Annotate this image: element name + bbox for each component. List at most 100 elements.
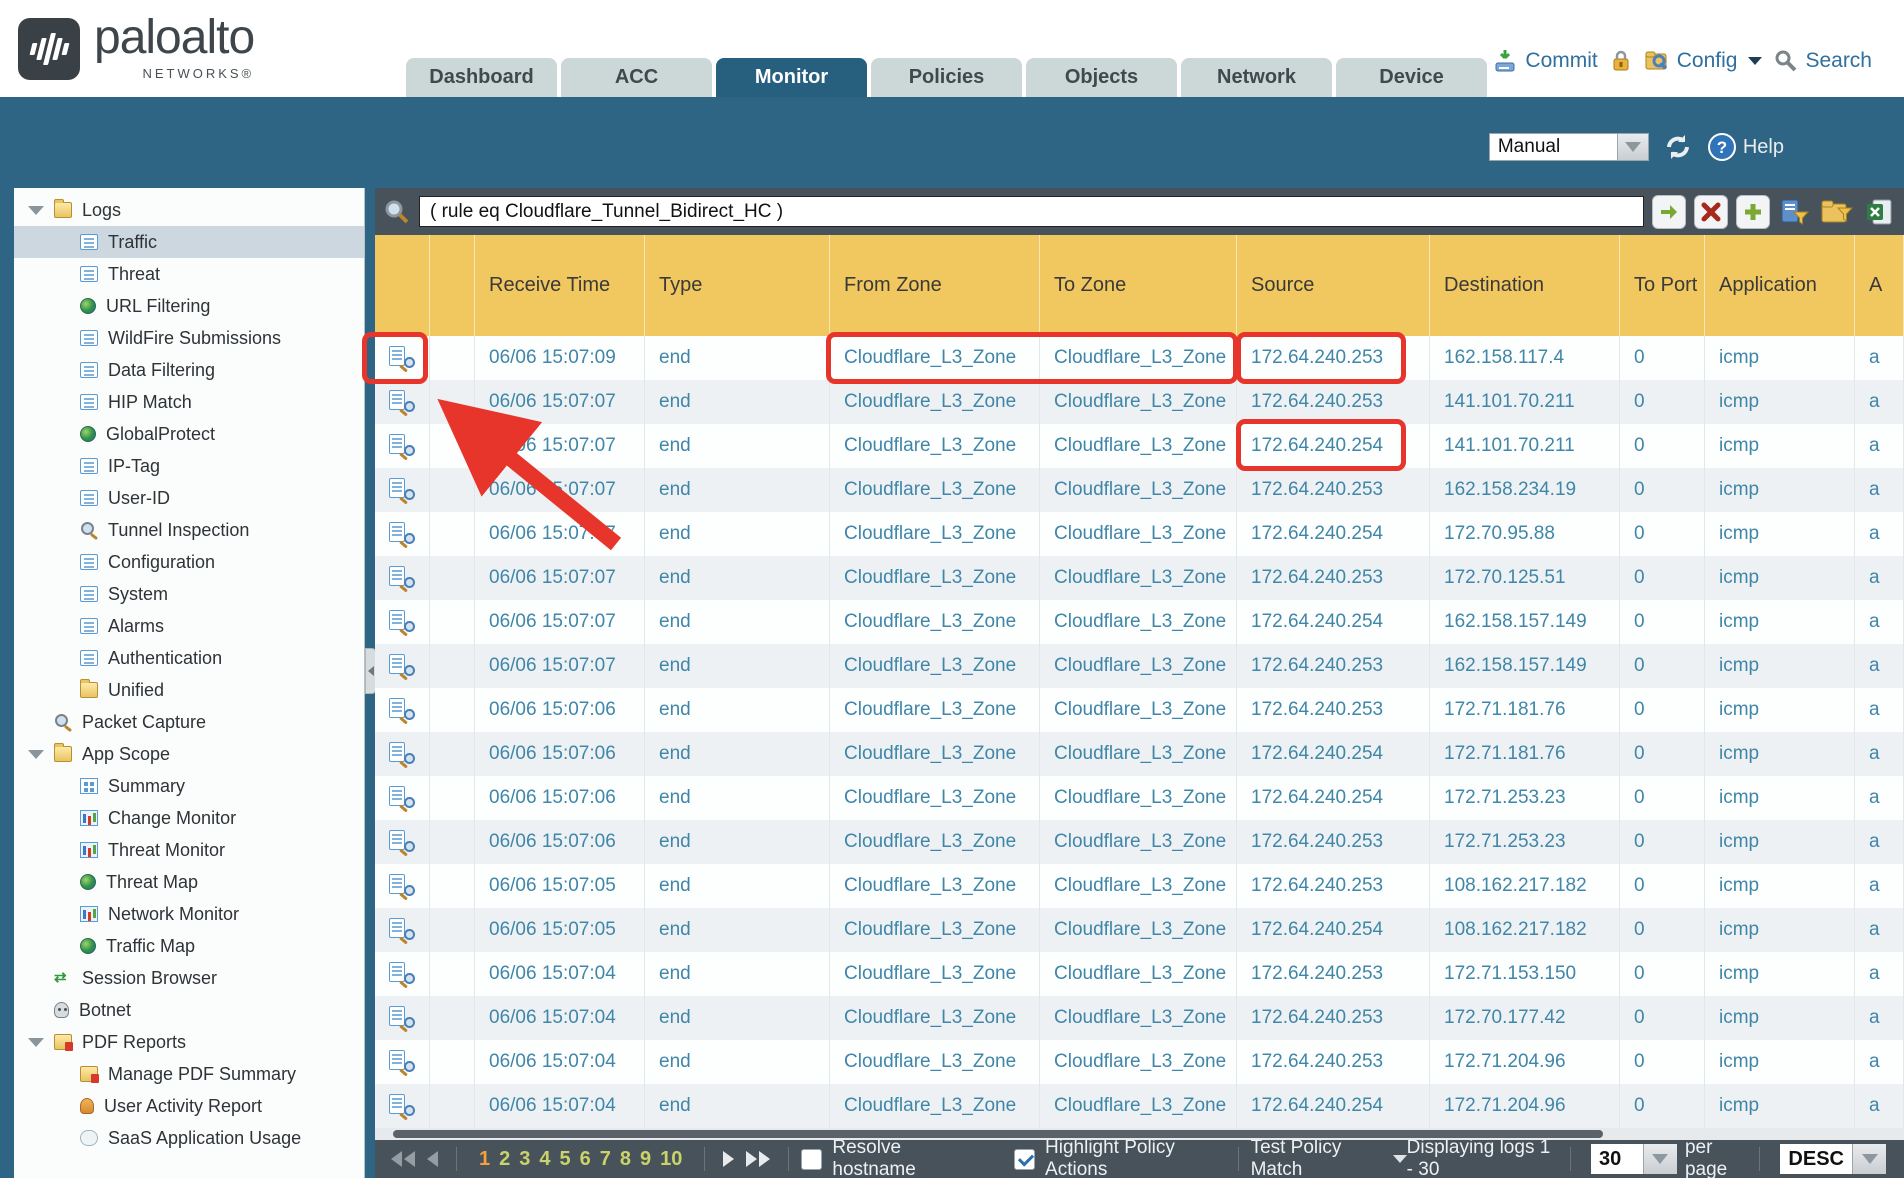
log-row[interactable]: 06/06 15:07:06endCloudflare_L3_ZoneCloud… — [375, 732, 1904, 776]
page-number-9[interactable]: 9 — [640, 1148, 651, 1171]
commit-button[interactable]: Commit — [1492, 48, 1597, 74]
column-header-a[interactable]: A — [1855, 235, 1904, 336]
sidebar-item-logs[interactable]: Logs — [14, 194, 364, 226]
log-row[interactable]: 06/06 15:07:07endCloudflare_L3_ZoneCloud… — [375, 468, 1904, 512]
sort-order-dropdown-button[interactable] — [1852, 1144, 1886, 1174]
log-row[interactable]: 06/06 15:07:05endCloudflare_L3_ZoneCloud… — [375, 908, 1904, 952]
sidebar-item-botnet[interactable]: Botnet — [14, 994, 364, 1026]
log-row[interactable]: 06/06 15:07:07endCloudflare_L3_ZoneCloud… — [375, 644, 1904, 688]
log-detail-icon[interactable] — [389, 478, 415, 502]
page-number-10[interactable]: 10 — [660, 1148, 682, 1171]
sidebar-item-url-filtering[interactable]: URL Filtering — [14, 290, 364, 322]
sidebar-item-packet-capture[interactable]: Packet Capture — [14, 706, 364, 738]
per-page-select[interactable]: 30 — [1591, 1144, 1677, 1174]
horizontal-scrollbar-thumb[interactable] — [393, 1130, 1603, 1138]
sidebar-item-unified[interactable]: Unified — [14, 674, 364, 706]
log-detail-icon[interactable] — [389, 962, 415, 986]
log-row[interactable]: 06/06 15:07:04endCloudflare_L3_ZoneCloud… — [375, 1040, 1904, 1084]
page-number-4[interactable]: 4 — [539, 1148, 550, 1171]
filter-query-input[interactable] — [419, 196, 1644, 227]
log-detail-icon[interactable] — [389, 742, 415, 766]
log-detail-icon[interactable] — [389, 1006, 415, 1030]
refresh-interval-select[interactable]: Manual — [1489, 133, 1649, 161]
help-button[interactable]: ? Help — [1707, 132, 1784, 162]
sidebar-item-change-monitor[interactable]: Change Monitor — [14, 802, 364, 834]
sidebar-item-app-scope[interactable]: App Scope — [14, 738, 364, 770]
sidebar-item-threat-map[interactable]: Threat Map — [14, 866, 364, 898]
log-detail-icon[interactable] — [389, 654, 415, 678]
page-number-3[interactable]: 3 — [519, 1148, 530, 1171]
expander-triangle-icon[interactable] — [28, 750, 44, 759]
log-detail-icon[interactable] — [389, 698, 415, 722]
column-header-to-port[interactable]: To Port — [1620, 235, 1705, 336]
last-page-button[interactable] — [746, 1151, 770, 1167]
log-detail-icon[interactable] — [389, 610, 415, 634]
sidebar-item-tunnel-inspection[interactable]: Tunnel Inspection — [14, 514, 364, 546]
search-button[interactable]: Search — [1774, 49, 1872, 73]
log-row[interactable]: 06/06 15:07:06endCloudflare_L3_ZoneCloud… — [375, 688, 1904, 732]
log-detail-icon[interactable] — [389, 830, 415, 854]
log-detail-icon[interactable] — [389, 522, 415, 546]
page-number-5[interactable]: 5 — [560, 1148, 571, 1171]
page-number-1[interactable]: 1 — [479, 1148, 490, 1171]
clear-filter-button[interactable] — [1694, 195, 1728, 229]
tab-device[interactable]: Device — [1336, 58, 1487, 97]
sidebar-item-system[interactable]: System — [14, 578, 364, 610]
sidebar-item-summary[interactable]: Summary — [14, 770, 364, 802]
sidebar-item-threat[interactable]: Threat — [14, 258, 364, 290]
prev-page-button[interactable] — [427, 1151, 438, 1167]
column-header-destination[interactable]: Destination — [1430, 235, 1620, 336]
first-page-button[interactable] — [391, 1151, 415, 1167]
sidebar-item-globalprotect[interactable]: GlobalProtect — [14, 418, 364, 450]
expander-triangle-icon[interactable] — [28, 206, 44, 215]
sidebar-item-session-browser[interactable]: Session Browser — [14, 962, 364, 994]
page-number-2[interactable]: 2 — [499, 1148, 510, 1171]
log-row[interactable]: 06/06 15:07:04endCloudflare_L3_ZoneCloud… — [375, 1084, 1904, 1128]
column-header-from-zone[interactable]: From Zone — [830, 235, 1040, 336]
log-detail-icon[interactable] — [389, 434, 415, 458]
page-number-7[interactable]: 7 — [600, 1148, 611, 1171]
sidebar-item-pdf-reports[interactable]: PDF Reports — [14, 1026, 364, 1058]
sidebar-item-configuration[interactable]: Configuration — [14, 546, 364, 578]
log-detail-icon[interactable] — [389, 918, 415, 942]
filter-builder-button[interactable] — [1778, 195, 1812, 229]
next-page-button[interactable] — [723, 1151, 734, 1167]
apply-filter-button[interactable] — [1652, 195, 1686, 229]
log-detail-icon[interactable] — [389, 786, 415, 810]
sidebar-item-ip-tag[interactable]: IP-Tag — [14, 450, 364, 482]
log-row[interactable]: 06/06 15:07:07endCloudflare_L3_ZoneCloud… — [375, 512, 1904, 556]
tab-objects[interactable]: Objects — [1026, 58, 1177, 97]
column-header-to-zone[interactable]: To Zone — [1040, 235, 1237, 336]
column-header-source[interactable]: Source — [1237, 235, 1430, 336]
column-header-application[interactable]: Application — [1705, 235, 1855, 336]
log-row[interactable]: 06/06 15:07:06endCloudflare_L3_ZoneCloud… — [375, 820, 1904, 864]
log-detail-icon[interactable] — [389, 566, 415, 590]
column-header-receive-time[interactable]: Receive Time — [475, 235, 645, 336]
log-detail-icon[interactable] — [389, 874, 415, 898]
sidebar-item-traffic[interactable]: Traffic — [14, 226, 364, 258]
tab-acc[interactable]: ACC — [561, 58, 712, 97]
sidebar-item-manage-pdf-summary[interactable]: Manage PDF Summary — [14, 1058, 364, 1090]
log-row[interactable]: 06/06 15:07:04endCloudflare_L3_ZoneCloud… — [375, 996, 1904, 1040]
column-header-blank-1[interactable] — [430, 235, 475, 336]
sidebar-item-network-monitor[interactable]: Network Monitor — [14, 898, 364, 930]
log-detail-icon[interactable] — [389, 1050, 415, 1074]
log-row[interactable]: 06/06 15:07:09endCloudflare_L3_ZoneCloud… — [375, 336, 1904, 380]
resolve-hostname-checkbox[interactable] — [801, 1149, 822, 1170]
sidebar-item-traffic-map[interactable]: Traffic Map — [14, 930, 364, 962]
sidebar-item-hip-match[interactable]: HIP Match — [14, 386, 364, 418]
tab-network[interactable]: Network — [1181, 58, 1332, 97]
log-row[interactable]: 06/06 15:07:07endCloudflare_L3_ZoneCloud… — [375, 556, 1904, 600]
sidebar-item-wildfire-submissions[interactable]: WildFire Submissions — [14, 322, 364, 354]
expander-triangle-icon[interactable] — [28, 1038, 44, 1047]
export-csv-button[interactable] — [1862, 195, 1896, 229]
lock-button[interactable] — [1610, 49, 1632, 73]
log-row[interactable]: 06/06 15:07:07endCloudflare_L3_ZoneCloud… — [375, 600, 1904, 644]
log-detail-icon[interactable] — [389, 1094, 415, 1118]
sidebar-item-data-filtering[interactable]: Data Filtering — [14, 354, 364, 386]
tab-policies[interactable]: Policies — [871, 58, 1022, 97]
log-detail-icon[interactable] — [389, 390, 415, 414]
tab-monitor[interactable]: Monitor — [716, 58, 867, 97]
log-row[interactable]: 06/06 15:07:06endCloudflare_L3_ZoneCloud… — [375, 776, 1904, 820]
log-row[interactable]: 06/06 15:07:04endCloudflare_L3_ZoneCloud… — [375, 952, 1904, 996]
